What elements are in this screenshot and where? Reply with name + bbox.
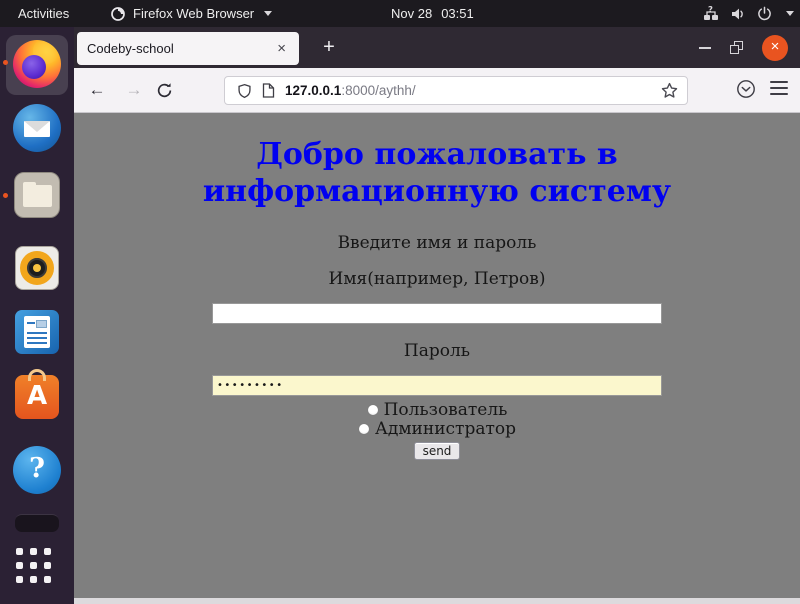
password-field-label: Пароль	[74, 341, 800, 361]
tab-close-icon[interactable]: ×	[274, 41, 289, 56]
firefox-toolbar: ← → 127.0.0.1:8000/aythh/	[74, 68, 800, 113]
role-radio-group: Пользователь Администратор	[74, 400, 800, 438]
libreoffice-writer-icon	[15, 310, 59, 354]
url-path: :8000/aythh/	[341, 83, 415, 98]
files-icon	[14, 172, 60, 218]
window-bottom-edge	[74, 598, 800, 604]
page-info-icon[interactable]	[262, 83, 275, 98]
back-button[interactable]: ←	[82, 75, 112, 105]
radio-admin-label[interactable]: Администратор	[375, 419, 516, 439]
firefox-symbolic-icon	[110, 6, 126, 22]
window-controls: ×	[699, 27, 788, 68]
chevron-down-icon	[786, 11, 794, 16]
new-tab-button[interactable]: +	[314, 33, 344, 63]
dock-item-thunderbird[interactable]	[13, 104, 61, 152]
radio-option-admin[interactable]: Администратор	[74, 419, 800, 438]
close-icon[interactable]: ×	[762, 35, 788, 61]
tab-codeby-school[interactable]: Codeby-school ×	[77, 32, 299, 65]
password-input[interactable]	[212, 375, 662, 396]
dock-item-help[interactable]: ?	[13, 446, 61, 494]
dock-item-files[interactable]	[13, 171, 61, 219]
subtitle-label: Введите имя и пароль	[74, 233, 800, 253]
rhythmbox-icon	[15, 246, 59, 290]
url-text: 127.0.0.1:8000/aythh/	[285, 83, 416, 98]
show-applications-icon	[16, 548, 61, 583]
web-page-content: Добро пожаловать в информационную систем…	[74, 113, 800, 598]
forward-button[interactable]: →	[119, 75, 149, 105]
network-question-icon: ?	[703, 6, 719, 22]
dark-app-icon	[15, 514, 59, 532]
thunderbird-icon	[13, 104, 61, 152]
power-icon	[757, 6, 772, 21]
running-indicator	[3, 193, 8, 198]
dock-item-libreoffice-writer[interactable]	[13, 308, 61, 356]
dock-item-ubuntu-software[interactable]: A	[13, 373, 61, 421]
dock-item-rhythmbox[interactable]	[13, 244, 61, 292]
activities-button[interactable]: Activities	[18, 6, 69, 21]
shield-icon[interactable]	[237, 83, 252, 99]
show-applications-button[interactable]	[13, 545, 61, 593]
address-bar[interactable]: 127.0.0.1:8000/aythh/	[224, 76, 688, 105]
firefox-tab-bar: Codeby-school × + ×	[74, 27, 800, 68]
hamburger-menu-icon[interactable]	[770, 81, 788, 95]
page-title: Добро пожаловать в информационную систем…	[157, 136, 717, 210]
radio-button-icon[interactable]	[367, 404, 379, 416]
gnome-top-bar: Activities Firefox Web Browser Nov 28 03…	[0, 0, 800, 27]
help-icon: ?	[13, 446, 61, 494]
tab-title: Codeby-school	[87, 41, 174, 56]
clock-menu[interactable]: Nov 28 03:51	[391, 0, 474, 27]
pocket-icon[interactable]	[736, 79, 756, 99]
ubuntu-dock: A ?	[0, 27, 74, 604]
svg-text:?: ?	[708, 6, 713, 16]
system-status-menu[interactable]: ?	[703, 0, 797, 27]
dock-item-firefox[interactable]	[13, 40, 61, 88]
running-indicator	[3, 60, 8, 65]
app-menu-firefox[interactable]: Firefox Web Browser	[110, 0, 272, 27]
radio-button-icon[interactable]	[358, 423, 370, 435]
minimize-icon[interactable]	[699, 47, 711, 49]
ubuntu-software-icon: A	[15, 375, 59, 419]
radio-option-user[interactable]: Пользователь	[74, 400, 800, 419]
volume-icon	[730, 6, 746, 22]
radio-user-label[interactable]: Пользователь	[384, 400, 508, 420]
reload-icon[interactable]	[156, 82, 173, 99]
clock-date: Nov 28	[391, 6, 432, 21]
restore-icon[interactable]	[730, 41, 743, 54]
firefox-icon	[13, 40, 61, 88]
name-input[interactable]	[212, 303, 662, 324]
dock-item-dark-app[interactable]	[13, 514, 61, 534]
chevron-down-icon	[264, 11, 272, 16]
name-field-label: Имя(например, Петров)	[74, 269, 800, 289]
url-host: 127.0.0.1	[285, 83, 341, 98]
clock-time: 03:51	[441, 6, 474, 21]
bookmark-star-icon[interactable]	[661, 82, 678, 99]
app-menu-label: Firefox Web Browser	[133, 6, 254, 21]
send-button[interactable]: send	[414, 442, 461, 460]
